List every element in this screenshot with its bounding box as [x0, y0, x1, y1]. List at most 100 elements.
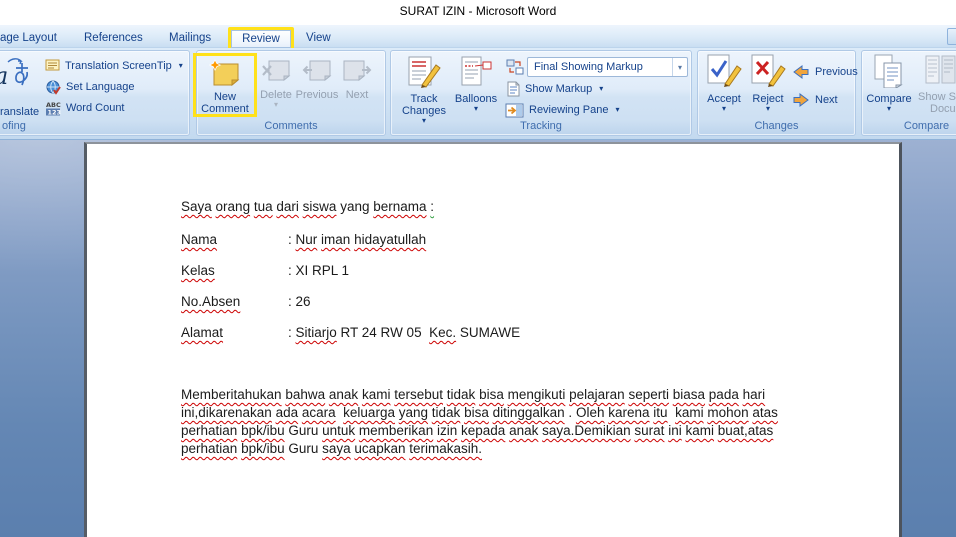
- text-segment: atas: [752, 405, 778, 420]
- document-line: perhatian bpk/ibu Guru untuk memberikan …: [181, 422, 773, 440]
- show-source-documents-button[interactable]: Show S Docume: [916, 54, 956, 115]
- text-segment: kami: [685, 423, 714, 438]
- text-segment: :: [288, 232, 296, 247]
- text-segment: bisa: [464, 405, 489, 420]
- track-changes-label: Track Changes: [397, 93, 451, 117]
- tab-page-layout[interactable]: age Layout: [0, 32, 57, 44]
- text-segment: hari: [743, 387, 766, 402]
- group-changes-label: Changes: [699, 119, 854, 134]
- next-change-label: Next: [815, 94, 838, 106]
- track-changes-button[interactable]: Track Changes: [397, 56, 451, 125]
- previous-change-icon: [792, 65, 810, 79]
- tab-review[interactable]: Review: [231, 33, 291, 45]
- translation-screentip-button[interactable]: Translation ScreenTip: [45, 57, 183, 75]
- text-segment: perhatian: [181, 423, 237, 438]
- previous-comment-icon: [302, 58, 332, 84]
- balloons-button[interactable]: Balloons: [452, 56, 500, 113]
- text-segment: perhatian: [181, 441, 237, 456]
- previous-comment-label: Previous: [296, 89, 339, 101]
- field-label: Alamat: [181, 324, 288, 342]
- text-segment: bernama: [373, 199, 426, 214]
- cutoff-ribbon-control: [947, 28, 956, 45]
- text-segment: siswa: [303, 199, 337, 214]
- tab-view[interactable]: View: [306, 32, 331, 44]
- text-segment: pelajaran: [569, 387, 625, 402]
- show-markup-label: Show Markup: [525, 83, 592, 95]
- text-segment: tidak: [447, 387, 476, 402]
- dropdown-arrow-icon: [599, 85, 603, 93]
- compare-button[interactable]: Compare: [864, 54, 914, 113]
- new-comment-button[interactable]: New Comment: [197, 58, 253, 115]
- text-segment: Guru: [285, 441, 323, 456]
- text-segment: Nama: [181, 232, 217, 247]
- ribbon-tab-row: age Layout References Mailings Review Vi…: [0, 25, 956, 48]
- text-segment: surat: [634, 423, 664, 438]
- translate-button[interactable]: ranslate: [0, 106, 39, 118]
- text-segment: acara: [302, 405, 336, 420]
- text-segment: karena: [608, 405, 649, 420]
- show-markup-button[interactable]: Show Markup: [507, 80, 603, 98]
- screentip-icon: [45, 59, 60, 73]
- text-segment: dari: [276, 199, 299, 214]
- combobox-arrow-icon[interactable]: [672, 58, 687, 76]
- text-segment: yang: [399, 405, 428, 420]
- window-title: SURAT IZIN - Microsoft Word: [0, 4, 956, 18]
- text-segment: SUMAWE: [456, 325, 520, 340]
- text-segment: : 26: [288, 294, 311, 309]
- text-segment: Sitiarjo: [296, 325, 337, 340]
- word-count-label: Word Count: [66, 102, 125, 114]
- dropdown-arrow-icon: [179, 62, 183, 70]
- text-segment: Guru: [285, 423, 323, 438]
- svg-text:123: 123: [48, 108, 62, 116]
- text-segment: : XI RPL 1: [288, 263, 349, 278]
- previous-comment-button[interactable]: Previous: [296, 58, 338, 101]
- dropdown-arrow-icon: [766, 105, 770, 113]
- text-segment: itu: [653, 405, 667, 420]
- tab-references[interactable]: References: [84, 32, 143, 44]
- document-line: Nama: Nur iman hidayatullah: [181, 231, 426, 249]
- text-segment: ucapkan: [354, 441, 405, 456]
- document-line: No.Absen: 26: [181, 293, 311, 311]
- document-line: Memberitahukan bahwa anak kami tersebut …: [181, 386, 765, 404]
- text-segment: keluarga: [343, 405, 395, 420]
- next-comment-button[interactable]: Next: [339, 58, 375, 101]
- document-line: ini,dikarenakan ada acara keluarga yang …: [181, 404, 778, 422]
- word-count-button[interactable]: ABC 123 Word Count: [45, 99, 125, 117]
- accept-button[interactable]: Accept: [701, 54, 747, 113]
- text-segment: Kelas: [181, 263, 215, 278]
- translation-screentip-label: Translation ScreenTip: [65, 60, 172, 72]
- display-for-review-dropdown[interactable]: Final Showing Markup: [527, 57, 688, 77]
- text-segment: tidak: [432, 405, 461, 420]
- reviewing-pane-button[interactable]: Reviewing Pane: [505, 101, 620, 119]
- text-segment: Alamat: [181, 325, 223, 340]
- document-line: Saya orang tua dari siswa yang bernama :: [181, 198, 434, 216]
- text-segment: mengikuti: [508, 387, 566, 402]
- word-count-icon: ABC 123: [45, 101, 61, 116]
- tab-mailings[interactable]: Mailings: [169, 32, 211, 44]
- track-changes-icon: [406, 56, 442, 88]
- text-segment: untuk: [322, 423, 355, 438]
- text-segment: kepada: [461, 423, 505, 438]
- field-label: No.Absen: [181, 293, 288, 311]
- next-comment-label: Next: [346, 89, 369, 101]
- text-segment: Kec.: [429, 325, 456, 340]
- new-comment-label: New Comment: [197, 91, 253, 115]
- text-segment: anak: [509, 423, 538, 438]
- document-page[interactable]: Saya orang tua dari siswa yang bernama :…: [84, 142, 902, 537]
- set-language-icon: [46, 80, 61, 95]
- text-segment: Oleh: [576, 405, 605, 420]
- reject-icon: [749, 54, 787, 88]
- show-source-documents-label-line1: Show S: [918, 91, 956, 103]
- text-segment: biasa: [673, 387, 705, 402]
- text-segment: saya: [322, 441, 351, 456]
- svg-text:a: a: [0, 62, 8, 90]
- text-segment: [668, 405, 676, 420]
- next-change-button[interactable]: Next: [792, 91, 838, 109]
- previous-change-button[interactable]: Previous: [792, 63, 858, 81]
- text-segment: :: [430, 199, 434, 214]
- text-segment: bahwa: [285, 387, 325, 402]
- set-language-button[interactable]: Set Language: [46, 78, 135, 96]
- delete-comment-button[interactable]: Delete: [257, 58, 295, 109]
- reject-button[interactable]: Reject: [747, 54, 789, 113]
- word-window: SURAT IZIN - Microsoft Word age Layout R…: [0, 0, 956, 537]
